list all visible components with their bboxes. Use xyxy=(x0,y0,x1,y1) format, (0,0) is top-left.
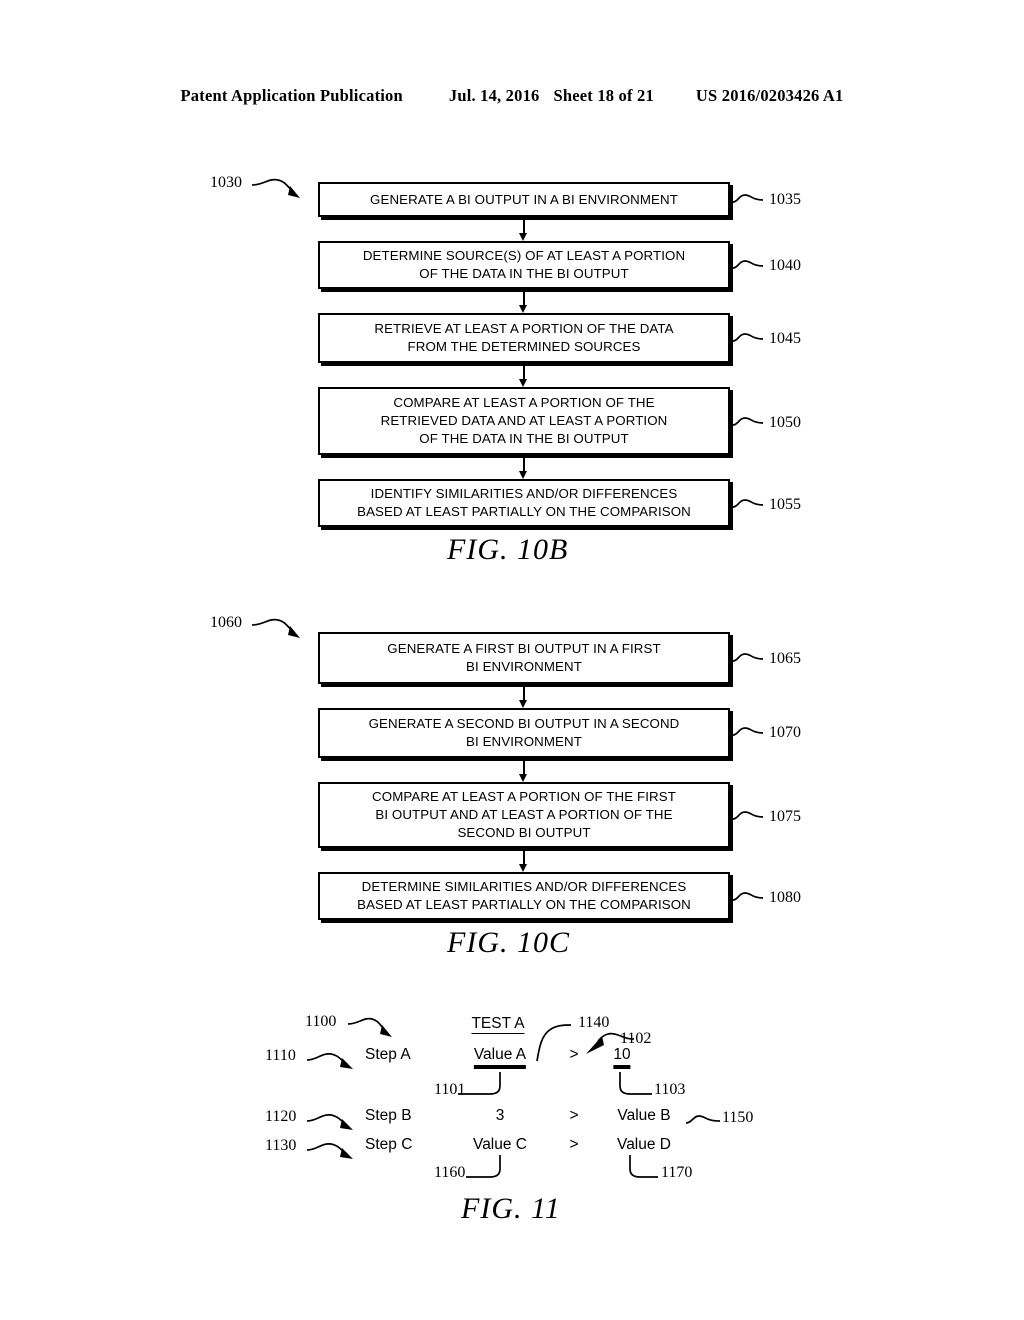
flowbox-1050-line-0: COMPARE AT LEAST A PORTION OF THE xyxy=(393,395,655,411)
flowbox-1075-line-0: COMPARE AT LEAST A PORTION OF THE FIRST xyxy=(372,789,676,805)
fig11-test-header-label: TEST A xyxy=(471,1015,525,1034)
leader-1160 xyxy=(466,1155,501,1178)
fig11-row-a-operator: > xyxy=(569,1046,579,1063)
fig11-row-b-step: Step B xyxy=(365,1107,412,1124)
connector-arrow-1035-1040 xyxy=(519,233,527,241)
leader-1100 xyxy=(347,1017,392,1037)
flowbox-1080: DETERMINE SIMILARITIES AND/OR DIFFERENCE… xyxy=(318,872,730,920)
fig11-row-c-left: Value C xyxy=(473,1136,527,1153)
fig11-row-a-right-value: 10 xyxy=(613,1046,631,1069)
flowbox-1065: GENERATE A FIRST BI OUTPUT IN A FIRST BI… xyxy=(318,632,730,684)
figure-caption-10b: FIG. 10B xyxy=(447,533,569,566)
ref-1103: 1103 xyxy=(654,1081,686,1098)
figure-caption-10c: FIG. 10C xyxy=(447,926,570,959)
connector-arrow-1075-1080 xyxy=(519,864,527,872)
ref-1170: 1170 xyxy=(661,1164,693,1181)
ref-1130: 1130 xyxy=(265,1137,297,1154)
header-patent-number: US 2016/0203426 A1 xyxy=(695,86,844,105)
leader-1075 xyxy=(732,811,764,820)
connector-arrow-1070-1075 xyxy=(519,774,527,782)
flowbox-1070-line-1: BI ENVIRONMENT xyxy=(466,734,582,749)
header-publication-label: Patent Application Publication xyxy=(180,86,403,105)
ref-1055: 1055 xyxy=(769,496,801,513)
ref-1045: 1045 xyxy=(769,330,801,347)
fig11-row-a-right: 10 xyxy=(613,1046,631,1069)
connector-arrow-1040-1045 xyxy=(519,305,527,313)
ref-1040: 1040 xyxy=(769,257,801,274)
fig11-row-c-operator: > xyxy=(569,1136,579,1153)
leader-1050 xyxy=(732,417,764,426)
fig11-row-b-operator: > xyxy=(569,1107,579,1124)
flowbox-1070-line-0: GENERATE A SECOND BI OUTPUT IN A SECOND xyxy=(368,716,680,732)
fig11-row-c-step: Step C xyxy=(365,1136,413,1153)
leader-1030 xyxy=(251,178,300,198)
leader-1040 xyxy=(732,260,764,269)
flowbox-1075-line-2: SECOND BI OUTPUT xyxy=(457,824,591,840)
flowbox-1050-line-2: OF THE DATA IN THE BI OUTPUT xyxy=(419,430,629,446)
ref-1030: 1030 xyxy=(210,174,242,191)
ref-1060: 1060 xyxy=(210,614,242,631)
flowbox-1070: GENERATE A SECOND BI OUTPUT IN A SECOND … xyxy=(318,708,730,758)
flowbox-1065-line-1: BI ENVIRONMENT xyxy=(466,659,582,674)
leader-1120 xyxy=(306,1114,353,1130)
flowbox-1035: GENERATE A BI OUTPUT IN A BI ENVIRONMENT xyxy=(318,182,730,217)
connector-arrow-1050-1055 xyxy=(519,471,527,479)
flowbox-1075-line-1: BI OUTPUT AND AT LEAST A PORTION OF THE xyxy=(375,807,673,823)
header-date: Jul. 14, 2016 xyxy=(448,86,540,105)
fig11-row-a-left-value: Value A xyxy=(473,1046,527,1069)
ref-1100: 1100 xyxy=(305,1013,337,1030)
leader-1110 xyxy=(306,1053,353,1069)
flowbox-1075: COMPARE AT LEAST A PORTION OF THE FIRST … xyxy=(318,782,730,848)
figure-caption-11: FIG. 11 xyxy=(461,1192,561,1225)
flowbox-1035-line-0: GENERATE A BI OUTPUT IN A BI ENVIRONMENT xyxy=(370,191,678,207)
flowbox-1050: COMPARE AT LEAST A PORTION OF THE RETRIE… xyxy=(318,387,730,455)
leader-1080 xyxy=(732,892,764,901)
ref-1110: 1110 xyxy=(265,1047,296,1064)
ref-1160: 1160 xyxy=(434,1164,466,1181)
leader-1130 xyxy=(306,1143,353,1159)
flowbox-1080-line-0: DETERMINE SIMILARITIES AND/OR DIFFERENCE… xyxy=(361,879,687,895)
ref-1075: 1075 xyxy=(769,808,801,825)
ref-1035: 1035 xyxy=(769,191,801,208)
leader-1045 xyxy=(732,333,764,342)
leader-1065 xyxy=(732,653,764,662)
header-sheet-number: Sheet 18 of 21 xyxy=(553,86,654,105)
leader-1055 xyxy=(732,499,764,508)
fig11-row-b-left: 3 xyxy=(495,1107,505,1124)
ref-1050: 1050 xyxy=(769,414,801,431)
leader-1060 xyxy=(251,618,300,638)
ref-1080: 1080 xyxy=(769,889,801,906)
flowbox-1040: DETERMINE SOURCE(S) OF AT LEAST A PORTIO… xyxy=(318,241,730,289)
leader-1070 xyxy=(732,727,764,736)
connector-arrow-1045-1050 xyxy=(519,379,527,387)
leader-1035 xyxy=(732,194,764,203)
flowbox-1055-line-1: BASED AT LEAST PARTIALLY ON THE COMPARIS… xyxy=(357,504,691,519)
ref-1065: 1065 xyxy=(769,650,801,667)
ref-1101: 1101 xyxy=(434,1081,466,1098)
ref-1120: 1120 xyxy=(265,1108,297,1125)
flowbox-1045: RETRIEVE AT LEAST A PORTION OF THE DATA … xyxy=(318,313,730,363)
fig11-test-header: TEST A xyxy=(471,1015,525,1034)
ref-1150: 1150 xyxy=(722,1109,754,1126)
flowbox-1055: IDENTIFY SIMILARITIES AND/OR DIFFERENCES… xyxy=(318,479,730,527)
leader-1101 xyxy=(458,1072,501,1095)
connector-arrow-1065-1070 xyxy=(519,700,527,708)
flowbox-1065-line-0: GENERATE A FIRST BI OUTPUT IN A FIRST xyxy=(387,641,661,657)
ref-1070: 1070 xyxy=(769,724,801,741)
flowbox-1045-line-0: RETRIEVE AT LEAST A PORTION OF THE DATA xyxy=(374,321,674,337)
patent-drawing-sheet: Patent Application Publication Jul. 14, … xyxy=(0,0,1024,1320)
leader-1150 xyxy=(685,1115,721,1124)
flowbox-1080-line-1: BASED AT LEAST PARTIALLY ON THE COMPARIS… xyxy=(357,897,691,912)
flowbox-1040-line-0: DETERMINE SOURCE(S) OF AT LEAST A PORTIO… xyxy=(362,248,686,264)
flowbox-1040-line-1: OF THE DATA IN THE BI OUTPUT xyxy=(419,266,629,281)
flowbox-1045-line-1: FROM THE DETERMINED SOURCES xyxy=(407,339,641,354)
publication-header: Patent Application Publication Jul. 14, … xyxy=(0,86,1024,106)
leader-1140 xyxy=(536,1024,572,1062)
fig11-row-a-left: Value A xyxy=(473,1046,527,1069)
fig11-row-c-right: Value D xyxy=(617,1136,671,1153)
fig11-row-b-right: Value B xyxy=(617,1107,671,1124)
flowbox-1050-line-1: RETRIEVED DATA AND AT LEAST A PORTION xyxy=(380,413,668,429)
flowbox-1055-line-0: IDENTIFY SIMILARITIES AND/OR DIFFERENCES xyxy=(370,486,678,502)
fig11-row-a-step: Step A xyxy=(365,1046,411,1063)
